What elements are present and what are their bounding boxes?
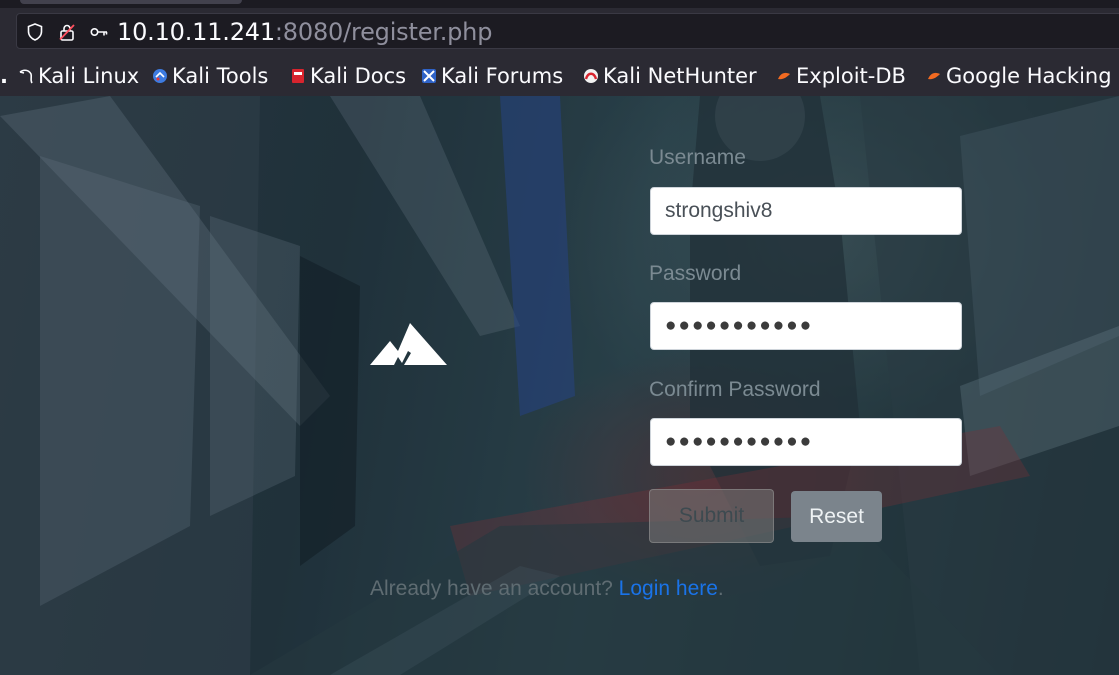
key-icon[interactable] bbox=[89, 22, 109, 42]
navigation-toolbar: 10.10.11.241:8080/register.php bbox=[0, 8, 1119, 56]
bookmark-label: Kali Linux bbox=[38, 64, 140, 88]
kali-nethunter-icon bbox=[584, 69, 598, 83]
kali-docs-icon bbox=[292, 69, 304, 83]
kali-dragon-icon bbox=[19, 69, 33, 84]
url-host: 10.10.11.241 bbox=[117, 18, 275, 46]
bookmarks-overflow-dot: . bbox=[0, 64, 8, 88]
username-input[interactable]: strongshiv8 bbox=[650, 187, 962, 235]
login-prompt-text: Already have an account? bbox=[370, 577, 619, 600]
bookmarks-toolbar: . Kali Linux Kali Tools Kali Docs Kali F… bbox=[0, 56, 1119, 96]
register-page: Username strongshiv8 Password ●●●●●●●●●●… bbox=[0, 96, 1119, 675]
bookmark-label: Kali Docs bbox=[310, 64, 407, 88]
confirm-password-input[interactable]: ●●●●●●●●●●● bbox=[650, 418, 962, 466]
bookmark-kali-nethunter[interactable]: Kali NetHunter bbox=[583, 62, 757, 90]
url-path: :8080/register.php bbox=[274, 18, 493, 46]
confirm-password-label: Confirm Password bbox=[649, 378, 821, 401]
tab-strip bbox=[0, 0, 1119, 8]
bookmark-label: Kali NetHunter bbox=[603, 64, 757, 88]
kali-forums-icon bbox=[422, 69, 436, 83]
username-label: Username bbox=[649, 146, 746, 169]
insecure-lock-icon[interactable] bbox=[57, 22, 77, 42]
bookmark-kali-docs[interactable]: Kali Docs bbox=[290, 62, 406, 90]
google-hacking-icon bbox=[928, 72, 940, 80]
bookmark-exploit-db[interactable]: Exploit-DB bbox=[776, 62, 906, 90]
kali-tools-icon bbox=[153, 69, 167, 83]
reset-button[interactable]: Reset bbox=[791, 491, 882, 542]
mountain-logo-icon bbox=[370, 323, 447, 365]
url-text[interactable]: 10.10.11.241:8080/register.php bbox=[117, 18, 492, 46]
exploit-db-icon bbox=[778, 72, 790, 80]
bookmark-label: Exploit-DB bbox=[796, 64, 906, 88]
bookmark-kali-tools[interactable]: Kali Tools bbox=[152, 62, 268, 90]
login-prompt: Already have an account? Login here. bbox=[370, 577, 724, 601]
active-tab[interactable] bbox=[20, 0, 242, 4]
bookmark-kali-forums[interactable]: Kali Forums bbox=[421, 62, 563, 90]
bookmark-label: Google Hacking bbox=[946, 64, 1112, 88]
bookmark-label: Kali Forums bbox=[441, 64, 564, 88]
password-label: Password bbox=[649, 262, 742, 285]
login-prompt-end: . bbox=[717, 577, 724, 600]
bookmark-kali-linux[interactable]: Kali Linux bbox=[18, 62, 139, 90]
bookmark-google-hacking[interactable]: Google Hacking bbox=[926, 62, 1112, 90]
bookmark-label: Kali Tools bbox=[172, 64, 269, 88]
login-link[interactable]: Login here bbox=[619, 577, 718, 600]
url-bar[interactable]: 10.10.11.241:8080/register.php bbox=[16, 13, 1119, 49]
submit-button[interactable]: Submit bbox=[649, 489, 774, 543]
password-input[interactable]: ●●●●●●●●●●● bbox=[650, 302, 962, 350]
shield-icon[interactable] bbox=[25, 22, 45, 42]
